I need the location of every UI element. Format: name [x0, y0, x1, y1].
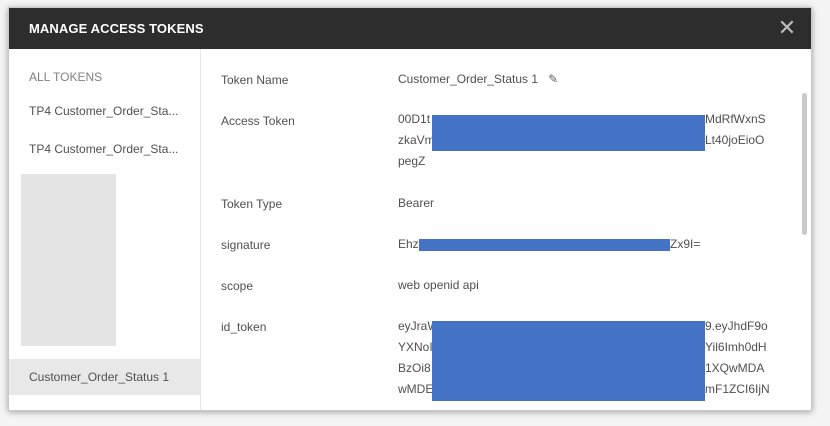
token-type-value: Bearer	[398, 196, 435, 210]
redacted-token-list-block	[21, 174, 116, 346]
tokens-sidebar: ALL TOKENS TP4 Customer_Order_Sta... TP4…	[9, 49, 201, 410]
access-token-label: Access Token	[221, 114, 295, 128]
id-token-line-4-end: mF1ZCI6IjN	[705, 382, 770, 396]
token-type-label: Token Type	[221, 197, 283, 211]
sidebar-item-active-token[interactable]: Customer_Order_Status 1	[9, 359, 200, 395]
details-scrollbar[interactable]	[802, 93, 807, 235]
sidebar-item-token[interactable]: TP4 Customer_Order_Sta...	[29, 104, 178, 118]
sidebar-item-token[interactable]: TP4 Customer_Order_Sta...	[29, 142, 178, 156]
token-name-label: Token Name	[221, 73, 289, 87]
token-name-text: Customer_Order_Status 1	[398, 72, 539, 86]
all-tokens-heading[interactable]: ALL TOKENS	[29, 70, 102, 84]
manage-access-tokens-modal: MANAGE ACCESS TOKENS ✕ ALL TOKENS TP4 Cu…	[8, 7, 812, 411]
id-token-line-2-end: Yil6Imh0dH	[705, 340, 767, 354]
close-icon[interactable]: ✕	[775, 16, 799, 40]
access-token-line-1-end: MdRfWxnS	[705, 112, 766, 126]
pencil-icon[interactable]: ✎	[548, 69, 558, 90]
signature-label: signature	[221, 238, 271, 252]
id-token-redaction	[432, 321, 705, 401]
signature-suffix: Zx9I=	[670, 237, 701, 251]
id-token-line-3-end: 1XQwMDA	[705, 361, 765, 375]
id-token-label: id_token	[221, 320, 267, 334]
token-name-value: Customer_Order_Status 1 ✎	[398, 69, 768, 90]
access-token-line-3: pegZ	[398, 154, 426, 168]
signature-redaction	[419, 239, 670, 251]
modal-header: MANAGE ACCESS TOKENS ✕	[9, 8, 811, 49]
token-details: Token Name Customer_Order_Status 1 ✎ Acce…	[201, 49, 811, 410]
access-token-line-2-end: Lt40joEioO	[705, 133, 765, 147]
id-token-line-1-end: 9.eyJhdF9o	[705, 319, 768, 333]
sidebar-item-label: Customer_Order_Status 1	[29, 370, 170, 384]
modal-title: MANAGE ACCESS TOKENS	[29, 21, 204, 36]
access-token-redaction	[432, 115, 705, 151]
scope-label: scope	[221, 279, 254, 293]
scope-value: web openid api	[398, 278, 479, 292]
